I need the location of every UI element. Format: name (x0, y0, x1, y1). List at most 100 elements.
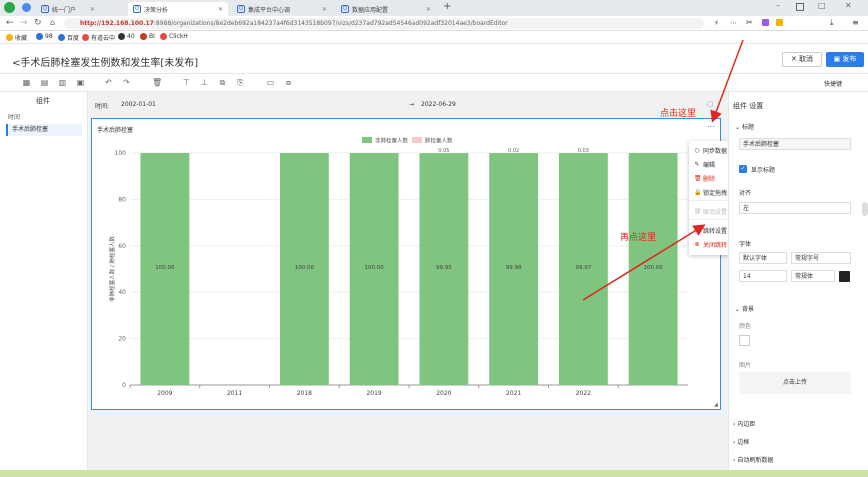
font-weight-select[interactable]: 常规字号 (791, 252, 851, 264)
monitor-icon[interactable]: ▭ (266, 78, 275, 87)
bookmark-label: BI (149, 33, 155, 40)
bookmark-item[interactable]: 百度 (58, 33, 79, 42)
y-tick-label: 80 (118, 196, 126, 203)
bookmark-label: 40 (127, 33, 135, 40)
upload-button[interactable]: 点击上传 (739, 372, 851, 394)
tab-integration[interactable]: Q 集成平台中心调 ✕ (232, 2, 332, 16)
reload-icon[interactable]: ↻ (34, 18, 42, 28)
new-tab-icon[interactable]: + (443, 1, 451, 12)
bookmark-label: 百度 (67, 35, 80, 42)
address-bar-row: ← → ↻ ⌂ http://192.168.100.17:8988/organ… (0, 16, 868, 31)
chart-icon[interactable]: ▦ (22, 78, 31, 87)
scissors-icon[interactable]: ✂ (746, 18, 753, 27)
browser-logo-icon (4, 2, 15, 13)
table-icon[interactable]: ▤ (40, 78, 49, 87)
bar-value-label: 99.97 (576, 265, 592, 271)
forward-icon[interactable]: → (20, 18, 28, 28)
redo-icon[interactable]: ↷ (122, 78, 131, 87)
undo-icon[interactable]: ↶ (104, 78, 113, 87)
grid-icon[interactable]: ▥ (58, 78, 67, 87)
download-icon[interactable]: ⤓ (830, 18, 834, 28)
layout-icon[interactable]: ▣ (76, 78, 85, 87)
maximize-icon[interactable]: □ (818, 1, 826, 10)
close-icon[interactable]: ✕ (322, 6, 327, 13)
menu-label: 锁定拖拽 (703, 190, 728, 197)
start-date[interactable]: 2002-01-01 (121, 101, 156, 108)
duplicate-icon[interactable]: ⧈ (284, 78, 293, 87)
end-date[interactable]: 2022-06-29 (421, 101, 456, 108)
section-padding[interactable]: › 内边距 (733, 419, 755, 428)
align-top-icon[interactable]: ⊤ (182, 78, 191, 87)
align-bottom-icon[interactable]: ⊥ (200, 78, 209, 87)
font-style-select[interactable]: 常规体 (791, 270, 835, 282)
bookmark-icon (36, 33, 43, 40)
menu-item-lock[interactable]: 🔒 锁定拖拽 (694, 188, 727, 197)
menu-label: 删除 (703, 176, 716, 183)
bg-color-swatch[interactable] (739, 335, 750, 346)
back-icon[interactable]: ← (6, 18, 14, 28)
close-window-icon[interactable]: ✕ (845, 1, 852, 10)
copy-icon[interactable]: ⧉ (218, 78, 227, 87)
menu-icon[interactable]: ≡ (852, 18, 859, 27)
star-icon (6, 34, 13, 41)
tab-data-config[interactable]: Q 数据应用配置 ✕ (336, 2, 436, 16)
chart-widget[interactable]: 手术后肺栓塞 ... 0 20 40 60 80 100 非肺栓塞人数 / 肺栓塞人数 非肺栓… (91, 118, 721, 410)
close-icon[interactable]: ✕ (426, 6, 431, 13)
section-title[interactable]: ⌄ 标题 (735, 122, 754, 131)
section-border[interactable]: › 边框 (733, 437, 749, 446)
title-input[interactable]: 手术后肺栓塞 (739, 138, 851, 150)
bar-top-label: 0.02 (508, 148, 519, 154)
paste-icon[interactable]: ⎘ (236, 78, 245, 87)
url-input[interactable]: http://192.168.100.17:8988/organizations… (64, 18, 704, 29)
component-item[interactable]: 手术后肺栓塞 (6, 124, 82, 136)
bookmarks-bar: 收藏 98 百度 有道云中 40 BI ClickH (0, 31, 868, 44)
menu-item-linkage[interactable]: ⛓ 联动设置 (694, 207, 727, 216)
section-time[interactable]: 时间 (8, 112, 20, 121)
close-circle-icon: ⊗ (694, 240, 700, 248)
font-family-select[interactable]: 默认字体 (739, 252, 787, 264)
resize-handle-icon[interactable]: ◢ (714, 402, 718, 408)
cancel-button[interactable]: ✕ 取消 (782, 52, 822, 67)
section-background[interactable]: ⌄ 背景 (735, 304, 754, 313)
browser-profile-icon[interactable] (22, 3, 31, 12)
x-tick-label: 2021 (506, 390, 521, 397)
tab-analysis[interactable]: Q 决策分析 ✕ (128, 2, 228, 16)
minimize-icon[interactable]: – (776, 1, 780, 10)
restore-icon[interactable] (796, 3, 804, 11)
delete-icon[interactable]: 🗑 (152, 78, 162, 87)
menu-item-jump-settings[interactable]: ↱ 跳转设置 (694, 226, 727, 235)
shortcut-link[interactable]: 快捷键 (824, 79, 842, 88)
menu-item-close-jump[interactable]: ⊗ 关闭跳转 (694, 240, 727, 249)
align-select[interactable]: 左 (739, 202, 851, 214)
menu-label: 同步数据 (703, 148, 728, 155)
menu-item-delete[interactable]: 🗑 删除 (694, 174, 715, 183)
bookmark-item[interactable]: ClickH (160, 33, 188, 40)
menu-item-edit[interactable]: ✎ 编辑 (694, 160, 715, 169)
home-icon[interactable]: ⌂ (50, 18, 55, 27)
menu-item-sync[interactable]: ○ 同步数据 (694, 146, 727, 155)
bookmark-item[interactable]: 40 (118, 33, 135, 40)
bookmark-item[interactable]: 98 (36, 33, 53, 40)
publish-button[interactable]: ▣ 发布 (826, 52, 864, 67)
close-icon[interactable]: ✕ (90, 6, 95, 13)
url-path: :8988/organizations/8e2deb692a184237a4f6… (153, 20, 508, 27)
extension-icon[interactable] (776, 19, 783, 26)
close-icon[interactable]: ✕ (218, 6, 223, 13)
font-size-select[interactable]: 14 (739, 270, 787, 282)
bookmark-label: 98 (45, 33, 53, 40)
app-header: <手术后肺栓塞发生例数和发生率[未发布] ✕ 取消 ▣ 发布 (0, 44, 868, 74)
extension-icon[interactable] (762, 19, 769, 26)
bookmark-item[interactable]: BI (140, 33, 155, 40)
bookmark-item[interactable]: 有道云中 (82, 33, 115, 42)
bookmark-item[interactable]: 收藏 (6, 33, 27, 42)
lightning-icon[interactable]: ⚡ (714, 19, 719, 27)
bookmark-icon (58, 34, 65, 41)
section-auto-refresh[interactable]: › 自动刷新数据 (733, 455, 773, 464)
panel-collapse-handle[interactable] (862, 202, 868, 216)
show-title-checkbox[interactable]: ✓ (739, 165, 747, 173)
page-title[interactable]: <手术后肺栓塞发生例数和发生率[未发布] (12, 54, 198, 69)
font-color-swatch[interactable] (839, 271, 850, 282)
tab-portal[interactable]: Q 统一门户 ✕ (36, 2, 100, 16)
calendar-icon[interactable]: ▢ (707, 100, 714, 108)
more-icon[interactable]: ⋯ (730, 19, 737, 27)
